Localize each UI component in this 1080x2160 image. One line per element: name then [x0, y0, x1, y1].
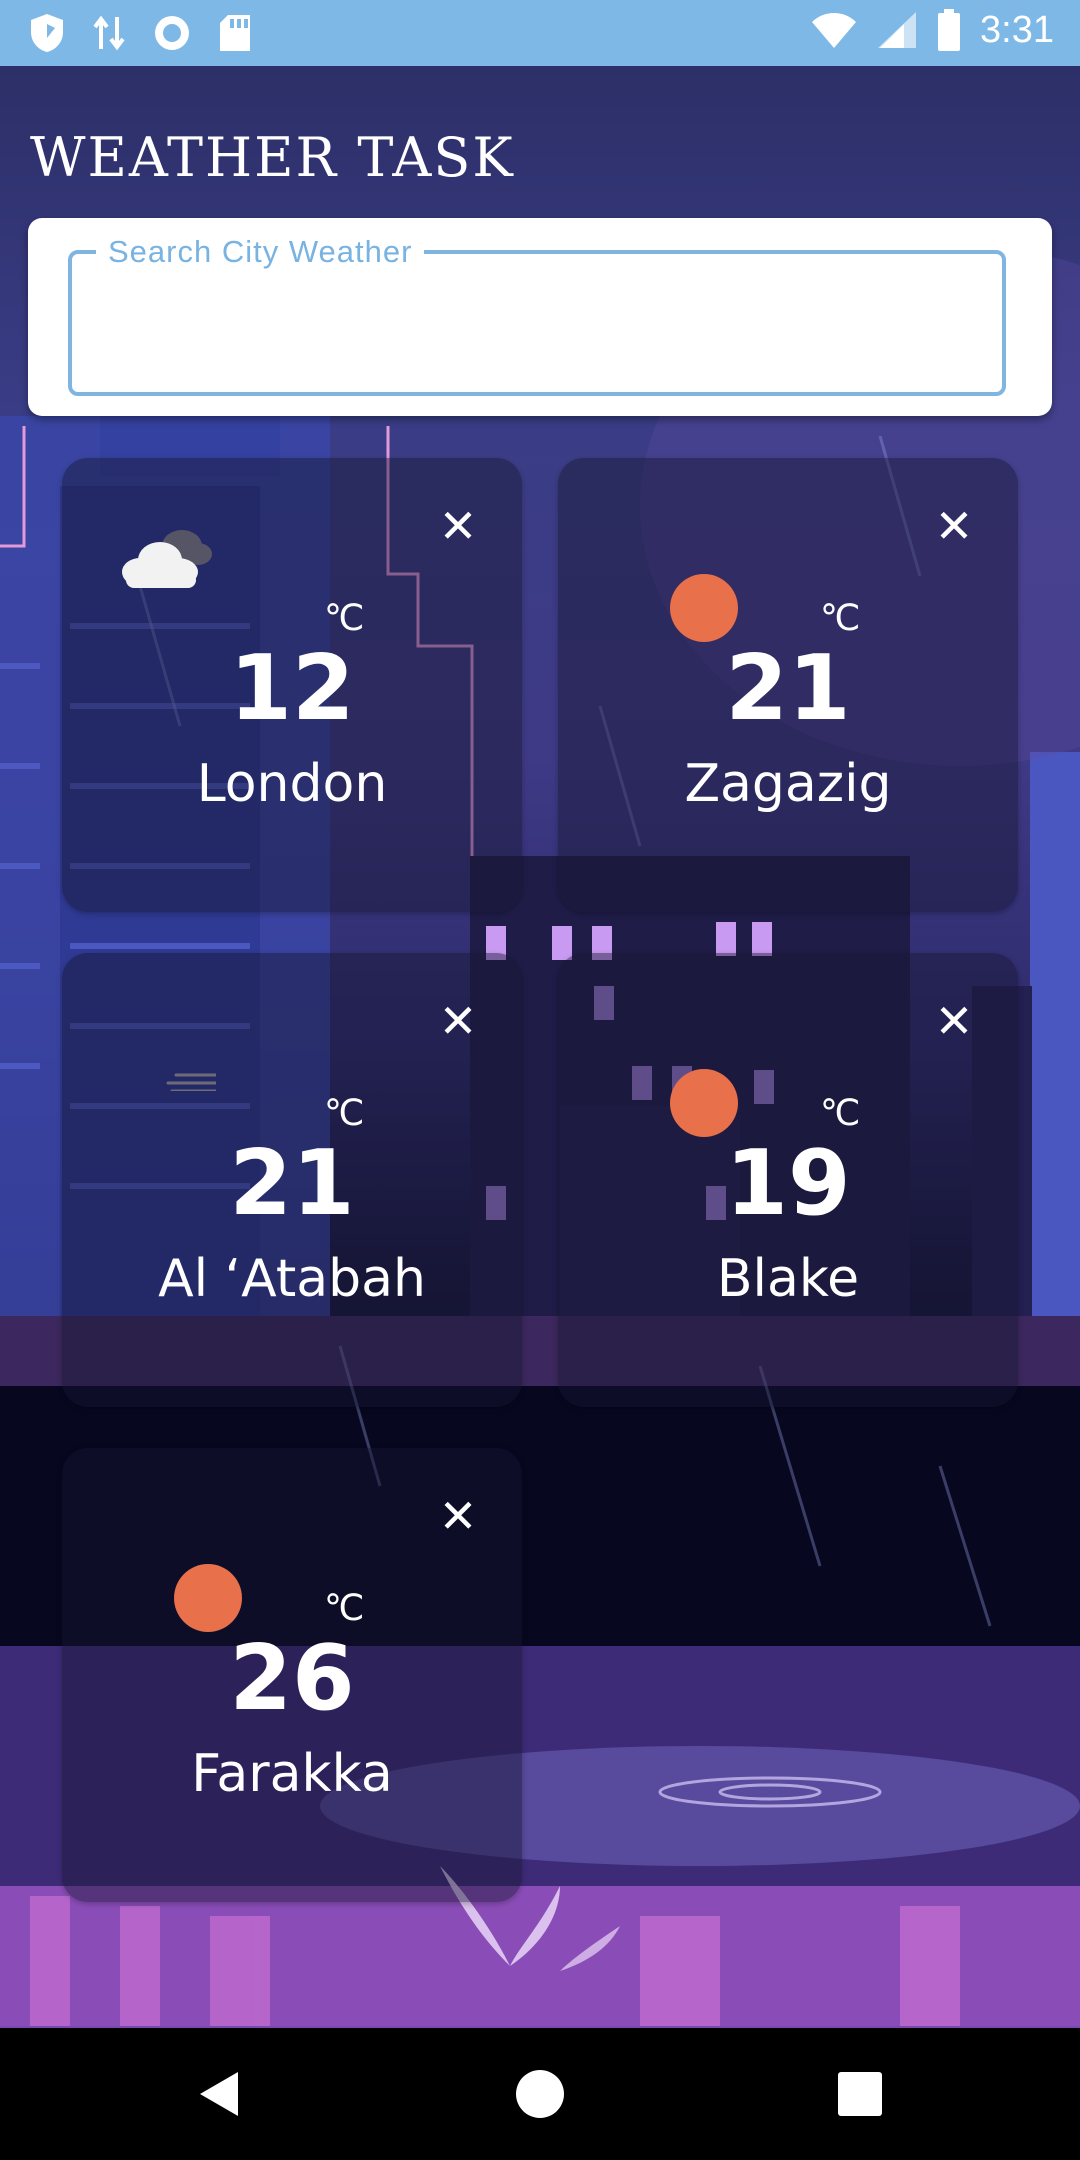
close-icon[interactable]: ✕ [432, 500, 484, 552]
sun-icon [612, 1011, 738, 1137]
home-icon[interactable] [508, 2062, 572, 2126]
status-bar: 3:31 [0, 0, 1080, 66]
city-name: London [196, 754, 388, 814]
haze-icon [166, 1073, 216, 1091]
search-card: Search City Weather [28, 218, 1052, 416]
shield-icon [31, 14, 63, 52]
temperature-value: 19 [725, 1131, 851, 1236]
temperature-value: 21 [229, 1131, 355, 1236]
cellular-signal-icon [878, 12, 917, 48]
app-title: WEATHER TASK [30, 126, 515, 189]
city-name: Zagazig [684, 754, 892, 814]
wifi-icon [812, 13, 857, 48]
temperature-value: 26 [229, 1626, 355, 1731]
temperature-value: 21 [725, 636, 851, 741]
weather-card-london[interactable]: ✕ ℃ 12 London [62, 458, 522, 912]
temp-unit: ℃ [324, 1588, 365, 1629]
navigation-bar [0, 2028, 1080, 2160]
record-icon [155, 16, 189, 50]
temp-unit: ℃ [324, 598, 365, 639]
close-icon[interactable]: ✕ [432, 995, 484, 1047]
temperature-value: 12 [229, 636, 355, 741]
cloud-icon [122, 530, 212, 588]
status-right-icons: 3:31 [810, 8, 1054, 52]
battery-icon [938, 9, 961, 51]
back-icon[interactable] [190, 2062, 254, 2126]
status-time: 3:31 [980, 8, 1054, 51]
data-transfer-icon [93, 15, 125, 51]
close-icon[interactable]: ✕ [432, 1490, 484, 1542]
weather-card-farakka[interactable]: ✕ ℃ 26 Farakka [62, 1448, 522, 1902]
city-name: Blake [716, 1249, 860, 1309]
sun-icon [116, 1506, 242, 1632]
search-input[interactable] [108, 298, 992, 370]
sun-icon [612, 516, 738, 642]
weather-card-zagazig[interactable]: ✕ ℃ 21 Zagazig [558, 458, 1018, 912]
temp-unit: ℃ [324, 1093, 365, 1134]
search-label: Search City Weather [96, 234, 425, 270]
recents-icon[interactable] [828, 2062, 892, 2126]
weather-card-al-atabah[interactable]: ✕ ℃ 21 Al ‘Atabah [62, 953, 522, 1407]
weather-card-blake[interactable]: ✕ ℃ 19 Blake [558, 953, 1018, 1407]
close-icon[interactable]: ✕ [928, 500, 980, 552]
city-name: Farakka [191, 1744, 393, 1804]
close-icon[interactable]: ✕ [928, 995, 980, 1047]
sd-card-icon [220, 15, 250, 51]
status-left-icons [28, 12, 252, 54]
temp-unit: ℃ [820, 1093, 861, 1134]
temp-unit: ℃ [820, 598, 861, 639]
city-name: Al ‘Atabah [158, 1249, 426, 1309]
